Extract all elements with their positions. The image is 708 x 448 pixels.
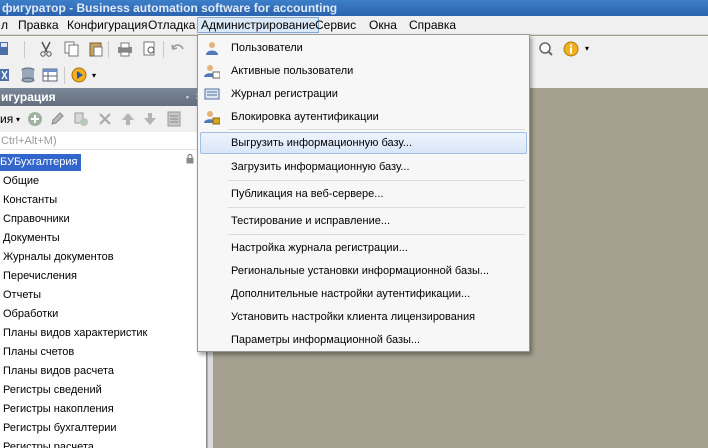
window-title: фигуратор - Business automation software… bbox=[2, 1, 338, 15]
tree-item[interactable]: Регистры сведений bbox=[3, 382, 102, 399]
pin-icon[interactable]: • bbox=[186, 88, 189, 106]
menu-item-import-infobase[interactable]: Загрузить информационную базу... bbox=[200, 156, 527, 178]
menu-separator bbox=[228, 207, 525, 208]
move-down-icon[interactable] bbox=[142, 111, 158, 127]
menu-bar: л Правка Конфигурация Отладка Администри… bbox=[0, 16, 708, 35]
preview-icon[interactable] bbox=[142, 41, 158, 57]
menu-edit[interactable]: Правка bbox=[15, 18, 62, 34]
tree-item[interactable]: Планы видов характеристик bbox=[3, 325, 147, 342]
info-icon[interactable] bbox=[563, 41, 579, 57]
menu-debug[interactable]: Отладка bbox=[145, 18, 198, 34]
chevron-down-icon[interactable]: ▾ bbox=[16, 115, 20, 124]
tree-item[interactable]: Перечисления bbox=[3, 268, 77, 285]
users-icon bbox=[206, 42, 218, 55]
paste-icon[interactable] bbox=[88, 41, 104, 57]
menu-item-web-publish[interactable]: Публикация на веб-сервере... bbox=[200, 183, 527, 205]
tree-item[interactable]: Регистры бухгалтерии bbox=[3, 420, 117, 437]
run-debug-icon[interactable] bbox=[71, 67, 87, 83]
chevron-down-icon[interactable]: ▾ bbox=[92, 71, 96, 80]
tree-item[interactable]: Константы bbox=[3, 192, 57, 209]
tree-item[interactable]: Обработки bbox=[3, 306, 58, 323]
toolbar-separator bbox=[64, 67, 65, 84]
properties-icon[interactable] bbox=[166, 111, 182, 127]
menu-separator bbox=[228, 234, 525, 235]
save-icon[interactable] bbox=[0, 41, 16, 57]
tree-item[interactable]: Регистры накопления bbox=[3, 401, 114, 418]
copy-object-icon[interactable] bbox=[73, 111, 89, 127]
panel-toolbar: ия ▾ bbox=[0, 106, 207, 132]
panel-title: игурация bbox=[1, 90, 56, 104]
configuration-panel-header: игурация • × bbox=[0, 88, 207, 106]
menu-item-auth-lock[interactable]: Блокировка аутентификации bbox=[200, 106, 527, 128]
copy-icon[interactable] bbox=[64, 41, 80, 57]
tree-item[interactable]: Документы bbox=[3, 230, 60, 247]
tree-item[interactable]: Планы счетов bbox=[3, 344, 74, 361]
menu-item-log-settings[interactable]: Настройка журнала регистрации... bbox=[200, 237, 527, 259]
administration-menu: Пользователи Активные пользователи Журна… bbox=[197, 34, 530, 352]
menu-item-active-users[interactable]: Активные пользователи bbox=[200, 60, 527, 82]
lock-icon bbox=[186, 154, 194, 164]
menu-item-event-log[interactable]: Журнал регистрации bbox=[200, 83, 527, 105]
config-icon[interactable] bbox=[0, 67, 16, 83]
chevron-down-icon[interactable]: ▾ bbox=[585, 44, 589, 53]
window-title-bar: фигуратор - Business automation software… bbox=[0, 0, 708, 16]
menu-help[interactable]: Справка bbox=[406, 18, 459, 34]
menu-file[interactable]: л bbox=[0, 18, 11, 34]
delete-icon[interactable] bbox=[97, 111, 113, 127]
toolbar-separator bbox=[108, 41, 109, 58]
tree-item[interactable]: Журналы документов bbox=[3, 249, 114, 266]
menu-item-auth-settings[interactable]: Дополнительные настройки аутентификации.… bbox=[200, 283, 527, 305]
table-icon[interactable] bbox=[42, 67, 58, 83]
tree-item[interactable]: Отчеты bbox=[3, 287, 41, 304]
active-users-icon bbox=[204, 65, 220, 79]
actions-menu[interactable]: ия bbox=[0, 112, 13, 126]
search-config-icon[interactable] bbox=[538, 41, 554, 57]
tree-item[interactable]: Общие bbox=[3, 173, 39, 190]
tree-root-item[interactable]: БУБухгалтерия bbox=[0, 154, 81, 171]
menu-service[interactable]: Сервис bbox=[312, 18, 359, 34]
add-icon[interactable] bbox=[27, 111, 43, 127]
configuration-panel: игурация • × ия ▾ Ctrl+Alt+M) БУБухгалте… bbox=[0, 88, 207, 448]
search-input[interactable]: Ctrl+Alt+M) bbox=[0, 132, 207, 150]
auth-lock-icon bbox=[204, 111, 220, 125]
database-icon[interactable] bbox=[20, 67, 36, 83]
tree-item[interactable]: Регистры расчета bbox=[3, 439, 94, 448]
event-log-icon bbox=[204, 88, 220, 100]
menu-item-test-repair[interactable]: Тестирование и исправление... bbox=[200, 210, 527, 232]
menu-item-export-infobase[interactable]: Выгрузить информационную базу... bbox=[200, 132, 527, 154]
toolbar-separator bbox=[24, 41, 25, 58]
menu-item-infobase-params[interactable]: Параметры информационной базы... bbox=[200, 329, 527, 351]
menu-administration[interactable]: Администрирование bbox=[197, 17, 320, 33]
menu-separator bbox=[228, 129, 525, 130]
cut-icon[interactable] bbox=[38, 41, 54, 57]
menu-configuration[interactable]: Конфигурация bbox=[64, 18, 151, 34]
toolbar-separator bbox=[163, 41, 164, 58]
tree-item[interactable]: Справочники bbox=[3, 211, 70, 228]
print-icon[interactable] bbox=[117, 41, 133, 57]
menu-item-license-client[interactable]: Установить настройки клиента лицензирова… bbox=[200, 306, 527, 328]
move-up-icon[interactable] bbox=[120, 111, 136, 127]
menu-windows[interactable]: Окна bbox=[366, 18, 400, 34]
undo-icon[interactable] bbox=[170, 41, 186, 57]
tree-item[interactable]: Планы видов расчета bbox=[3, 363, 114, 380]
menu-separator bbox=[228, 180, 525, 181]
menu-item-users[interactable]: Пользователи bbox=[200, 37, 527, 59]
menu-item-regional-settings[interactable]: Региональные установки информационной ба… bbox=[200, 260, 527, 282]
edit-icon[interactable] bbox=[49, 111, 65, 127]
